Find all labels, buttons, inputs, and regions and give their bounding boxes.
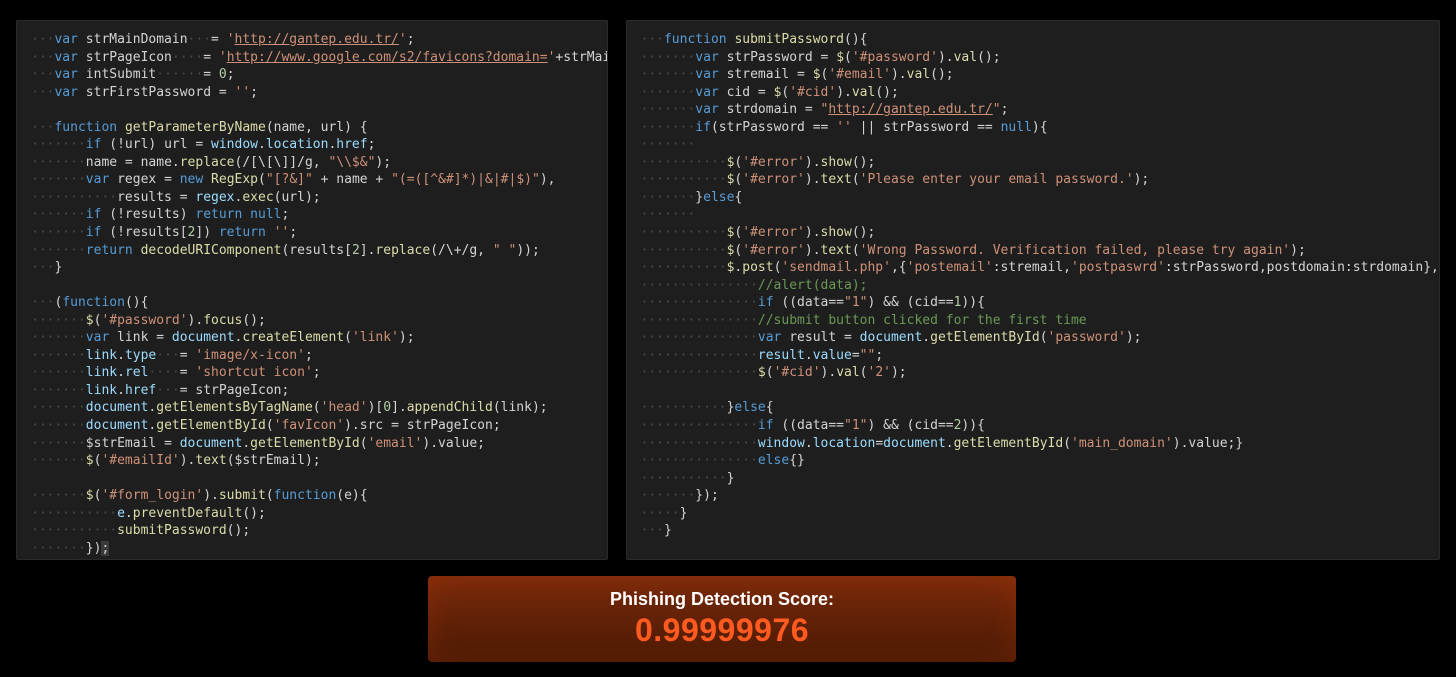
code-panel-right[interactable]: ···function submitPassword(){ ·······var… bbox=[626, 20, 1441, 560]
score-label: Phishing Detection Score: bbox=[610, 589, 834, 610]
code-panels-row: ···var strMainDomain···= var strMainDoma… bbox=[0, 0, 1456, 560]
code-panel-left[interactable]: ···var strMainDomain···= var strMainDoma… bbox=[16, 20, 608, 560]
score-value: 0.99999976 bbox=[635, 612, 809, 649]
code-block-right: ···function submitPassword(){ ·······var… bbox=[641, 31, 1426, 540]
phishing-score-box: Phishing Detection Score: 0.99999976 bbox=[428, 576, 1016, 662]
code-block-left: ···var strMainDomain···= var strMainDoma… bbox=[31, 31, 593, 560]
screenshot-root: ···var strMainDomain···= var strMainDoma… bbox=[0, 0, 1456, 677]
